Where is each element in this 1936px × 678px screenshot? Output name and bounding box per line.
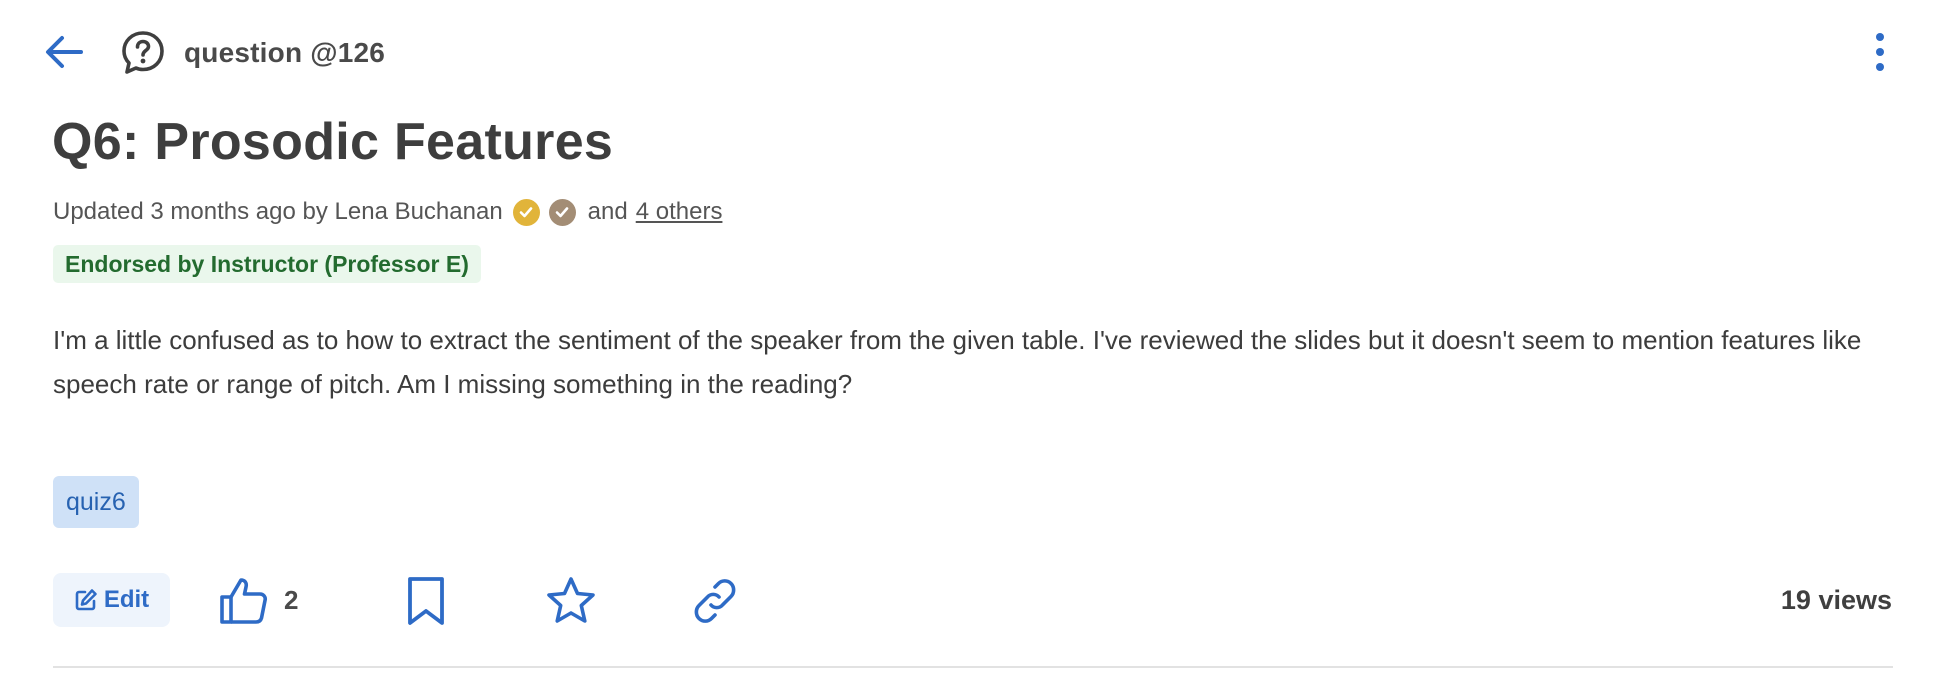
edit-icon	[75, 589, 97, 611]
tag-quiz6[interactable]: quiz6	[53, 476, 139, 528]
views-count: 19 views	[1780, 585, 1892, 615]
link-icon[interactable]	[689, 575, 741, 627]
bookmark-icon[interactable]	[404, 575, 448, 627]
question-bubble-icon	[122, 31, 164, 74]
post-meta: Updated 3 months ago by Lena Buchanan an…	[53, 192, 722, 232]
question-id-label: question @126	[184, 37, 386, 68]
more-options-button[interactable]	[1862, 28, 1898, 76]
post-title: Q6: Prosodic Features	[52, 113, 614, 171]
post-body: I'm a little confused as to how to extra…	[53, 325, 1862, 399]
and-text: and	[587, 198, 628, 225]
grey-check-icon	[548, 198, 576, 226]
arrow-left-icon	[46, 36, 83, 68]
updated-by-text: Updated 3 months ago by Lena Buchanan	[53, 198, 503, 225]
question-post-page: question @126 Q6: Prosodic Features Upda…	[0, 0, 1936, 678]
star-icon[interactable]	[545, 575, 597, 627]
edit-label: Edit	[103, 586, 150, 613]
divider	[53, 666, 1893, 668]
like-count: 2	[284, 585, 299, 615]
more-vertical-icon	[1876, 33, 1884, 41]
endorsement-badge: Endorsed by Instructor (Professor E)	[53, 245, 481, 283]
back-button[interactable]	[42, 30, 86, 74]
edit-button[interactable]: Edit	[53, 573, 170, 627]
thumbs-up-icon[interactable]	[218, 575, 270, 627]
post-header: question @126	[0, 0, 1936, 108]
gold-check-icon	[512, 198, 540, 226]
others-link[interactable]: 4 others	[636, 198, 723, 226]
post-actions: Edit 2 19 views	[0, 570, 1936, 630]
